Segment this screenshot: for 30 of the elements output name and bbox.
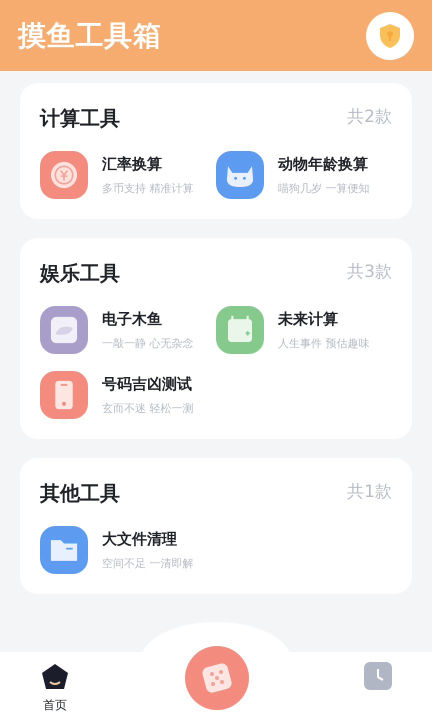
tool-item[interactable]: 大文件清理 空间不足 一清即解 [40,526,216,574]
shield-button[interactable] [366,12,414,60]
tool-item[interactable]: 未来计算 人生事件 预估趣味 [216,306,392,354]
tool-count: 共3款 [347,261,392,284]
home-tab[interactable]: 首页 [40,652,70,714]
tool-description: 多币支持 精准计算 [102,181,194,197]
tool-item[interactable]: 号码吉凶测试 玄而不迷 轻松一测 [40,371,216,419]
tool-description: 玄而不迷 轻松一测 [102,401,194,417]
tool-name: 汇率换算 [102,154,163,174]
tool-name: 未来计算 [278,308,339,330]
tool-count: 共1款 [347,481,392,504]
tool-item[interactable]: 动物年龄换算 喵狗几岁 一算便知 [216,151,392,199]
category-title: 计算工具 [40,105,120,132]
category-title: 娱乐工具 [40,260,120,287]
tool-item[interactable]: 电子木鱼 一敲一静 心无杂念 [40,306,216,354]
tool-description: 喵狗几岁 一算便知 [278,181,370,197]
tool-description: 人生事件 预估趣味 [278,336,370,352]
tool-description: 一敲一静 心无杂念 [102,336,194,352]
tool-count: 共2款 [347,106,392,130]
tool-name: 大文件清理 [102,528,178,550]
clock-icon [364,662,392,690]
app-title: 摸鱼工具箱 [18,18,162,54]
tool-description: 空间不足 一清即解 [102,556,194,572]
tool-name: 号码吉凶测试 [102,374,193,394]
home-icon [40,662,70,692]
tool-item[interactable]: 汇率换算 多币支持 精准计算 [40,151,216,199]
tool-name: 动物年龄换算 [278,154,369,174]
tool-name: 电子木鱼 [102,308,163,330]
shield-icon [378,22,402,48]
category-title: 其他工具 [40,480,120,507]
